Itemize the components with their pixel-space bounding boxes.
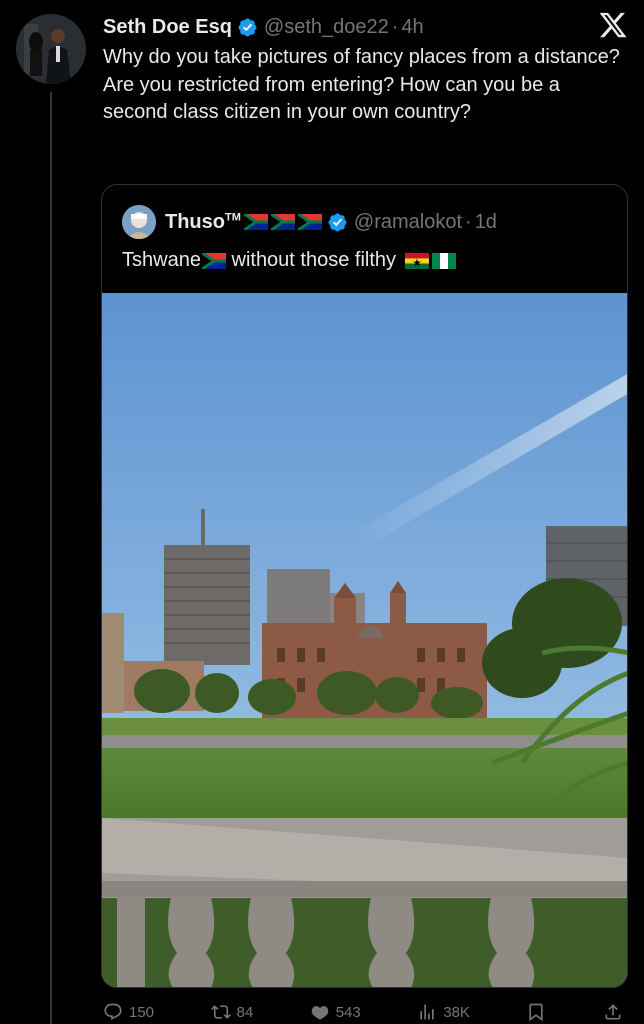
tweet-actions: 150 84 543 38K xyxy=(103,1000,623,1024)
quoted-timestamp[interactable]: 1d xyxy=(475,211,497,234)
verified-badge-icon xyxy=(238,18,257,36)
south-africa-flag-icon xyxy=(201,252,226,269)
south-africa-flag-icon xyxy=(270,214,295,230)
verified-badge-icon xyxy=(328,213,347,231)
tweet-photo[interactable] xyxy=(102,293,628,988)
repost-icon xyxy=(210,1005,231,1019)
quoted-avatar[interactable] xyxy=(122,205,156,239)
bookmark-icon xyxy=(529,1003,544,1022)
timestamp[interactable]: 4h xyxy=(401,16,423,39)
quoted-author-handle[interactable]: @ramalokot xyxy=(354,211,462,234)
bookmark-button[interactable] xyxy=(526,1000,546,1024)
separator-dot: · xyxy=(391,15,399,38)
quoted-author-name[interactable]: ThusoTM xyxy=(165,211,241,234)
reply-button[interactable]: 150 xyxy=(103,1000,154,1024)
tweet-text: Why do you take pictures of fancy places… xyxy=(103,46,620,123)
quoted-text-start: Tshwane xyxy=(122,249,201,271)
south-africa-flag-icon xyxy=(243,214,268,230)
avatar[interactable] xyxy=(16,14,86,84)
author-name[interactable]: Seth Doe Esq xyxy=(103,16,232,39)
quoted-tweet[interactable]: ThusoTM @ramalokot · 1d Tshwane without … xyxy=(101,184,628,988)
nigeria-flag-icon xyxy=(431,252,456,269)
reply-count: 150 xyxy=(129,1003,155,1021)
repost-count: 84 xyxy=(236,1003,254,1021)
repost-button[interactable]: 84 xyxy=(210,1000,254,1024)
separator-dot: · xyxy=(465,210,472,233)
quoted-tweet-text: Tshwane without those filthy xyxy=(122,249,456,272)
ghana-flag-icon xyxy=(404,252,429,269)
views-button[interactable]: 38K xyxy=(417,1000,470,1024)
views-count: 38K xyxy=(443,1003,470,1021)
south-africa-flag-icon xyxy=(297,214,322,230)
views-icon xyxy=(420,1004,434,1020)
like-button[interactable]: 543 xyxy=(310,1000,361,1024)
x-logo-icon[interactable] xyxy=(598,10,628,40)
tweet-header: Seth Doe Esq @seth_doe22 · 4h xyxy=(103,12,424,42)
share-icon xyxy=(605,1004,621,1020)
quoted-tweet-header: ThusoTM @ramalokot · 1d xyxy=(122,205,497,239)
thread-connector xyxy=(50,92,52,1024)
like-count: 543 xyxy=(335,1003,361,1021)
heart-icon xyxy=(311,1006,329,1020)
reply-icon xyxy=(104,1003,122,1020)
author-handle[interactable]: @seth_doe22 xyxy=(264,16,389,39)
share-button[interactable] xyxy=(603,1000,623,1024)
quoted-text-middle: without those filthy xyxy=(225,249,402,271)
